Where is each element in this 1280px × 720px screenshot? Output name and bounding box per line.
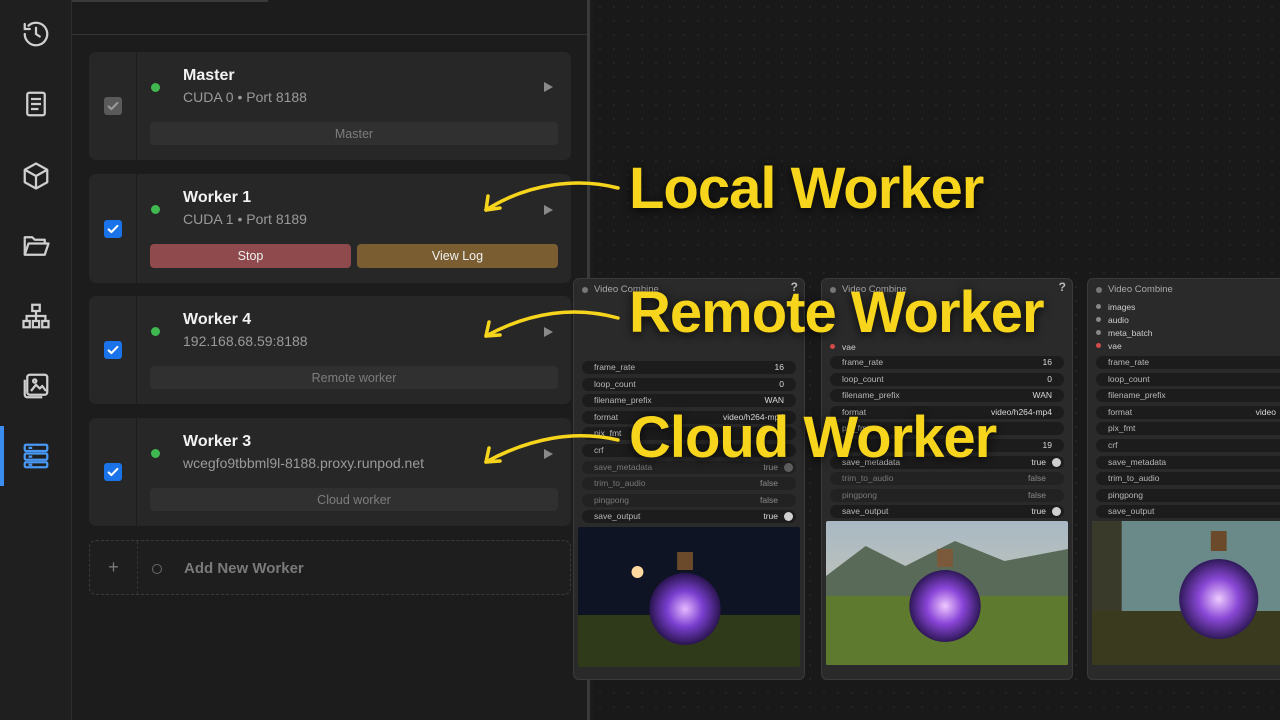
socket-meta-batch[interactable]: meta_batch — [1088, 327, 1152, 340]
worker-detail: CUDA 0 • Port 8188 — [183, 89, 307, 105]
worker-detail: 192.168.68.59:8188 — [183, 333, 308, 349]
worker-checkbox[interactable] — [103, 219, 122, 238]
node-widgets: frame_rate loop_count filename_prefix fo… — [1096, 356, 1280, 522]
node-canvas[interactable]: Video Combine ? frame_rate 16 loop_count 0… — [573, 0, 1280, 720]
worker-detail: CUDA 1 • Port 8189 — [183, 211, 307, 227]
widget-loop-count[interactable]: loop_count — [1096, 372, 1280, 386]
worker-type-bar: Remote worker — [150, 366, 558, 389]
worker-card-master: Master CUDA 0 • Port 8188 Master — [89, 52, 571, 160]
history-icon — [23, 21, 49, 47]
widget-trim-to-audio[interactable]: trim_to_audio — [1096, 472, 1280, 486]
worker-checkbox[interactable] — [103, 463, 122, 481]
check-icon — [107, 101, 118, 111]
cube-icon — [23, 162, 49, 190]
node-sockets: images audio meta_batch vae — [1088, 301, 1152, 353]
folder-open-icon — [23, 236, 50, 256]
worker-card-worker-1: Worker 1 CUDA 1 • Port 8189 Stop View Lo… — [89, 174, 571, 283]
worker-checkbox[interactable] — [103, 341, 122, 359]
status-dot — [151, 83, 160, 92]
help-icon[interactable]: ? — [1059, 280, 1066, 294]
panel-header — [72, 0, 587, 35]
rail-nodes[interactable] — [0, 286, 72, 346]
book-icon — [26, 91, 46, 117]
icon-rail — [0, 0, 72, 720]
widget-pingpong[interactable]: pingpong false — [830, 488, 1064, 502]
expand-arrow-icon[interactable] — [544, 449, 553, 459]
node-title: Video Combine — [1088, 279, 1280, 301]
rail-library[interactable] — [0, 74, 72, 134]
worker-card-worker-3: Worker 3 wcegfo9tbbml9l-8188.proxy.runpo… — [89, 418, 571, 526]
local-worker-callout: Local Worker — [629, 156, 984, 221]
sitemap-icon — [22, 303, 50, 329]
widget-save-output[interactable]: save_output true — [830, 505, 1064, 519]
video-preview-image — [826, 521, 1068, 665]
expand-arrow-icon[interactable] — [544, 327, 553, 337]
widget-pingpong[interactable]: pingpong false — [582, 493, 796, 507]
status-dot — [151, 205, 160, 214]
check-icon — [107, 467, 118, 477]
socket-audio[interactable]: audio — [1088, 314, 1152, 327]
status-dot — [151, 327, 160, 336]
workers-panel: Master CUDA 0 • Port 8188 Master Worker … — [72, 0, 590, 720]
toggle-icon — [1052, 457, 1061, 467]
video-preview-image — [1092, 521, 1280, 665]
plus-icon: + — [90, 541, 138, 594]
widget-frame-rate[interactable]: frame_rate 16 — [582, 361, 796, 374]
toggle-icon — [784, 512, 793, 522]
widget-save-metadata[interactable]: save_metadata — [1096, 455, 1280, 469]
toggle-icon — [1052, 507, 1061, 517]
worker-name: Worker 4 — [183, 311, 252, 328]
widget-format[interactable]: format video — [1096, 405, 1280, 419]
socket-images[interactable]: images — [1088, 301, 1152, 314]
rail-history[interactable] — [0, 4, 72, 64]
rail-models[interactable] — [0, 146, 72, 206]
rail-workers[interactable] — [0, 426, 72, 486]
status-ring-icon — [152, 564, 162, 574]
worker-card-worker-4: Worker 4 192.168.68.59:8188 Remote worke… — [89, 296, 571, 404]
widget-frame-rate[interactable]: frame_rate — [1096, 356, 1280, 369]
widget-pix-fmt[interactable]: pix_fmt — [1096, 422, 1280, 436]
widget-loop-count[interactable]: loop_count 0 — [830, 372, 1064, 386]
server-stack-icon — [23, 443, 49, 469]
worker-type-bar: Cloud worker — [150, 488, 558, 511]
add-worker-label: Add New Worker — [184, 560, 304, 577]
check-icon — [107, 224, 118, 233]
images-icon — [23, 373, 49, 399]
worker-name: Worker 3 — [183, 433, 252, 450]
widget-crf[interactable]: crf — [1096, 438, 1280, 452]
socket-vae[interactable]: vae — [1088, 340, 1152, 353]
worker-checkbox[interactable] — [103, 97, 122, 115]
cloud-worker-callout: Cloud Worker — [629, 405, 997, 470]
video-combine-node[interactable]: Video Combine images audio meta_batch va… — [1087, 278, 1280, 680]
widget-trim-to-audio[interactable]: trim_to_audio false — [830, 472, 1064, 486]
status-dot — [151, 449, 160, 458]
widget-filename-prefix[interactable]: filename_prefix — [1096, 389, 1280, 403]
stop-button[interactable]: Stop — [150, 244, 351, 268]
view-log-button[interactable]: View Log — [357, 244, 558, 268]
rail-workflows[interactable] — [0, 216, 72, 276]
widget-trim-to-audio[interactable]: trim_to_audio false — [582, 477, 796, 491]
worker-detail: wcegfo9tbbml9l-8188.proxy.runpod.net — [183, 455, 425, 471]
remote-worker-callout: Remote Worker — [629, 280, 1045, 345]
check-icon — [107, 345, 118, 355]
add-worker-card[interactable]: + Add New Worker — [89, 540, 571, 595]
worker-type-bar: Master — [150, 122, 558, 145]
worker-name: Master — [183, 67, 235, 84]
rail-gallery[interactable] — [0, 356, 72, 416]
worker-name: Worker 1 — [183, 189, 252, 206]
widget-pingpong[interactable]: pingpong — [1096, 488, 1280, 502]
expand-arrow-icon[interactable] — [544, 205, 553, 215]
widget-loop-count[interactable]: loop_count 0 — [582, 377, 796, 391]
expand-arrow-icon[interactable] — [544, 82, 553, 92]
widget-save-output[interactable]: save_output — [1096, 505, 1280, 519]
widget-filename-prefix[interactable]: filename_prefix WAN — [830, 389, 1064, 403]
widget-save-output[interactable]: save_output true — [582, 510, 796, 524]
widget-frame-rate[interactable]: frame_rate 16 — [830, 356, 1064, 369]
video-preview-image — [578, 527, 800, 667]
